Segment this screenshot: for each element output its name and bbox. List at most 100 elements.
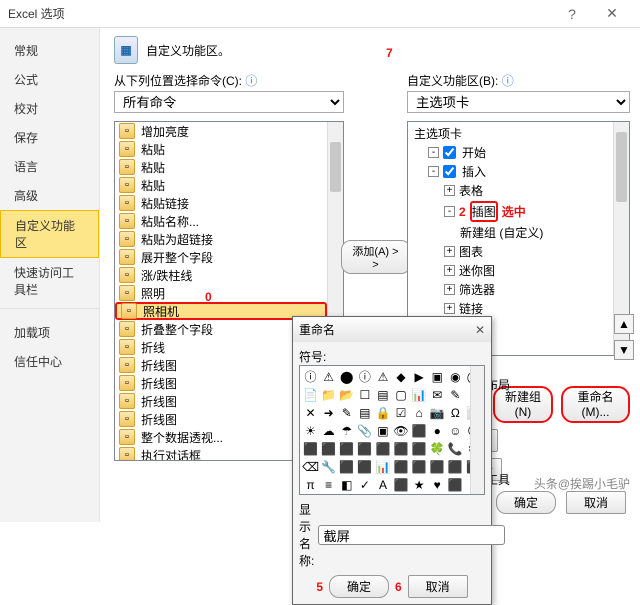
rename-ok-button[interactable]: 确定 [329,575,389,598]
expand-icon[interactable]: + [444,284,455,295]
symbol-glyph[interactable]: ⬛ [356,440,373,457]
command-item[interactable]: ▫粘贴为超链接 [115,230,327,248]
tree-node[interactable]: -2 插图 选中 [410,200,627,223]
symbol-glyph[interactable]: 🔧 [320,458,337,475]
symbol-glyph[interactable]: ➜ [320,404,337,421]
sidebar-item-general[interactable]: 常规 [0,36,99,65]
tree-node[interactable]: +图表 [410,242,627,261]
symbol-glyph[interactable]: ⓘ [356,368,373,385]
symbol-glyph[interactable]: 📊 [411,386,428,403]
symbol-glyph[interactable]: ▢ [393,386,410,403]
symbol-picker[interactable]: ⓘ⚠⬤ⓘ⚠◆▶▣◉◯📄📁📂☐▤▢📊✉✎☺✕➜✎▤🔒☑⌂📷Ω⬜☀☁☂📎▣👁⬛●☺☹… [299,365,485,495]
command-item[interactable]: ▫照明 [115,284,327,302]
sidebar-item-save[interactable]: 保存 [0,123,99,152]
choose-commands-select[interactable]: 所有命令 [114,91,344,113]
symbol-glyph[interactable]: 👁 [393,422,410,439]
symbol-glyph[interactable]: ▣ [429,368,446,385]
symbol-glyph[interactable]: 🍀 [429,440,446,457]
symbol-glyph[interactable]: ☑ [393,404,410,421]
symbol-scrollbar[interactable] [470,366,484,494]
symbol-glyph[interactable]: 📂 [338,386,355,403]
ok-button[interactable]: 确定 [496,491,556,514]
symbol-glyph[interactable]: ▤ [356,404,373,421]
symbol-glyph[interactable]: 📁 [320,386,337,403]
tree-node[interactable]: -开始 [410,143,627,162]
rename-cancel-button[interactable]: 取消 [408,575,468,598]
symbol-glyph[interactable]: ⓘ [302,368,319,385]
symbol-glyph[interactable]: ⬛ [393,458,410,475]
symbol-glyph[interactable]: ⬛ [320,440,337,457]
symbol-glyph[interactable]: ⬤ [338,368,355,385]
symbol-glyph[interactable]: ◉ [447,368,464,385]
symbol-glyph[interactable]: 📄 [302,386,319,403]
sidebar-item-language[interactable]: 语言 [0,152,99,181]
expand-icon[interactable]: - [444,206,455,217]
symbol-glyph[interactable]: ✕ [302,404,319,421]
symbol-glyph[interactable]: ▶ [411,368,428,385]
symbol-glyph[interactable]: ☺ [447,422,464,439]
info-icon[interactable]: ⓘ [245,74,257,88]
sidebar-item-proofing[interactable]: 校对 [0,94,99,123]
sidebar-item-customize-ribbon[interactable]: 自定义功能区 [0,210,99,258]
close-button[interactable]: ✕ [592,5,632,22]
symbol-glyph[interactable]: ✉ [429,386,446,403]
display-name-input[interactable] [318,525,505,545]
symbol-glyph[interactable]: ⬛ [429,458,446,475]
move-up-button[interactable]: ▲ [614,314,634,334]
symbol-glyph[interactable]: ✓ [356,476,373,493]
symbol-glyph[interactable]: ≡ [320,476,337,493]
expand-icon[interactable]: - [428,147,439,158]
command-item[interactable]: ▫增加亮度 [115,122,327,140]
tree-node[interactable]: +筛选器 [410,280,627,299]
symbol-glyph[interactable]: 📷 [429,404,446,421]
symbol-glyph[interactable]: ⬛ [356,458,373,475]
command-item[interactable]: ▫粘贴名称... [115,212,327,230]
command-item[interactable]: ▫粘贴 [115,140,327,158]
symbol-glyph[interactable]: ♥ [429,476,446,493]
symbol-glyph[interactable]: 📊 [374,458,391,475]
sidebar-item-formulas[interactable]: 公式 [0,65,99,94]
expand-icon[interactable]: + [444,185,455,196]
info-icon-2[interactable]: ⓘ [502,74,514,88]
symbol-glyph[interactable]: ⬛ [447,476,464,493]
symbol-glyph[interactable]: ✎ [447,386,464,403]
sidebar-item-trust[interactable]: 信任中心 [0,347,99,376]
symbol-glyph[interactable]: ▣ [374,422,391,439]
ribbon-target-select[interactable]: 主选项卡 [407,91,630,113]
symbol-glyph[interactable]: 📎 [356,422,373,439]
tree-node[interactable]: +迷你图 [410,261,627,280]
symbol-glyph[interactable]: ☐ [356,386,373,403]
symbol-glyph[interactable]: ⬛ [393,440,410,457]
move-down-button[interactable]: ▼ [614,340,634,360]
symbol-glyph[interactable]: ★ [411,476,428,493]
sidebar-item-advanced[interactable]: 高级 [0,181,99,210]
symbol-glyph[interactable]: ☀ [302,422,319,439]
symbol-glyph[interactable]: ⬛ [302,440,319,457]
symbol-glyph[interactable]: ⬛ [338,458,355,475]
tree-node[interactable]: 新建组 (自定义) [410,223,627,242]
rename-close-icon[interactable]: ✕ [475,323,485,337]
add-button[interactable]: 添加(A) > > [341,240,411,274]
symbol-glyph[interactable]: ⌂ [411,404,428,421]
sidebar-item-addins[interactable]: 加载项 [0,318,99,347]
symbol-glyph[interactable]: ✎ [338,404,355,421]
symbol-glyph[interactable]: ⬛ [374,440,391,457]
symbol-glyph[interactable]: ▤ [374,386,391,403]
command-item[interactable]: ▫粘贴 [115,176,327,194]
symbol-glyph[interactable]: ⬛ [338,440,355,457]
tree-checkbox[interactable] [443,165,456,178]
command-item[interactable]: ▫涨/跌柱线 [115,266,327,284]
symbol-glyph[interactable]: ◆ [393,368,410,385]
command-item[interactable]: ▫粘贴 [115,158,327,176]
symbol-glyph[interactable]: ⬛ [411,440,428,457]
symbol-glyph[interactable]: 📞 [447,440,464,457]
tree-node[interactable]: -插入 [410,162,627,181]
symbol-glyph[interactable]: π [302,476,319,493]
expand-icon[interactable]: - [428,166,439,177]
help-button[interactable]: ? [552,6,592,22]
command-item[interactable]: ▫展开整个字段 [115,248,327,266]
symbol-glyph[interactable]: ☂ [338,422,355,439]
symbol-glyph[interactable]: ◧ [338,476,355,493]
command-item[interactable]: ▫粘贴链接 [115,194,327,212]
symbol-glyph[interactable]: ● [429,422,446,439]
